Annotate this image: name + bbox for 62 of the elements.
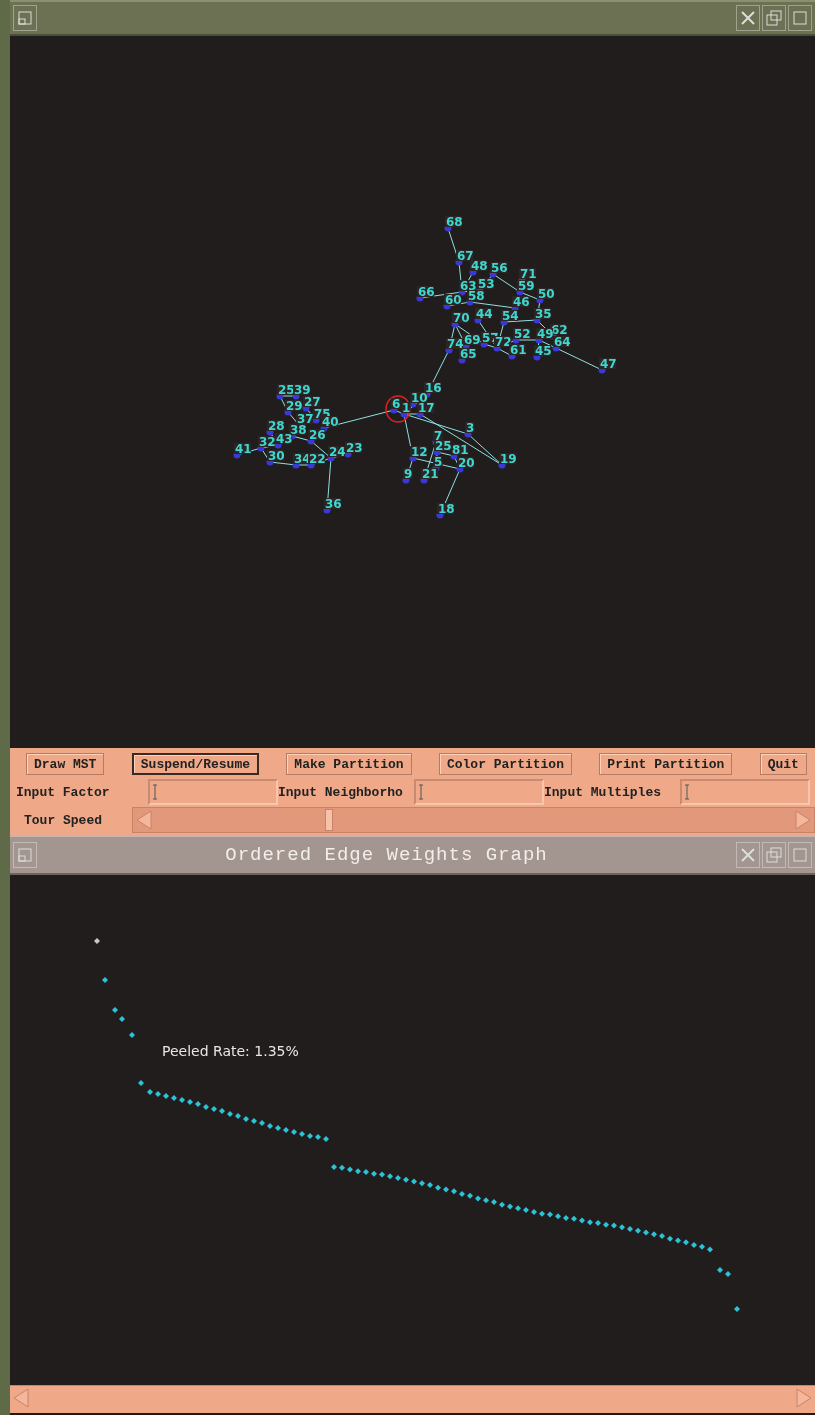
node-label: 25: [434, 439, 452, 453]
node-label: 19: [499, 452, 517, 466]
input-label: Input Multiples: [544, 784, 663, 800]
node-label: 60: [444, 293, 462, 307]
node-label: 67: [456, 249, 474, 263]
node-label: 35: [534, 307, 552, 321]
node-label: 69: [463, 333, 481, 347]
toolbar-button[interactable]: Color Partition: [438, 753, 572, 775]
node-label: 54: [501, 309, 519, 323]
node-label: 65: [459, 347, 477, 361]
toolbar-button[interactable]: Suspend/Resume: [131, 753, 259, 775]
node-label: 3: [465, 421, 475, 435]
toolbar-button[interactable]: Quit: [759, 753, 807, 775]
input-label: Input Neighborho: [278, 784, 404, 800]
node-label: 59: [517, 279, 535, 293]
node-label: 44: [475, 307, 493, 321]
node-label: 16: [424, 381, 442, 395]
node-label: 70: [452, 311, 470, 325]
node-label: 46: [512, 295, 530, 309]
node-label: 71: [519, 267, 537, 281]
node-label: 29: [285, 399, 303, 413]
node-label: 58: [467, 289, 485, 303]
node-label: 30: [267, 449, 285, 463]
node-label: 36: [324, 497, 342, 511]
peeled-rate-label: Peeled Rate: 1.35%: [162, 1043, 299, 1059]
node-label: 32: [258, 435, 276, 449]
node-label: 47: [599, 357, 617, 371]
node-label: 64: [553, 335, 571, 349]
node-label: 20: [457, 456, 475, 470]
node-label: 61: [509, 343, 527, 357]
window-title: Ordered Edge Weights Graph: [224, 844, 549, 866]
node-label: 28: [267, 419, 285, 433]
speed-label: Tour Speed: [24, 812, 103, 828]
node-label: 12: [410, 445, 428, 459]
node-label: 9: [403, 467, 413, 481]
node-label: 1: [401, 401, 411, 415]
node-label: 26: [308, 428, 326, 442]
node-label: 21: [421, 467, 439, 481]
node-label: 17: [417, 401, 435, 415]
node-label: 6: [391, 397, 401, 411]
node-label: 24: [328, 445, 346, 459]
node-label: 66: [417, 285, 435, 299]
node-label: 48: [470, 259, 488, 273]
toolbar-button[interactable]: Draw MST: [26, 753, 105, 775]
node-label: 45: [534, 344, 552, 358]
node-label: 52: [513, 327, 531, 341]
toolbar-button[interactable]: Make Partition: [286, 753, 412, 775]
node-label: 27: [303, 395, 321, 409]
node-label: 53: [477, 277, 495, 291]
node-label: 18: [437, 502, 455, 516]
node-label: 39: [293, 383, 311, 397]
node-label: 22: [308, 452, 326, 466]
toolbar-button[interactable]: Print Partition: [599, 753, 733, 775]
input-label: Input Factor: [16, 784, 111, 800]
node-label: 50: [537, 287, 555, 301]
node-label: 81: [451, 443, 469, 457]
node-label: 23: [345, 441, 363, 455]
node-label: 41: [234, 442, 252, 456]
node-label: 68: [445, 215, 463, 229]
node-label: 5: [433, 455, 443, 469]
node-label: 56: [490, 261, 508, 275]
node-label: 37: [296, 412, 314, 426]
